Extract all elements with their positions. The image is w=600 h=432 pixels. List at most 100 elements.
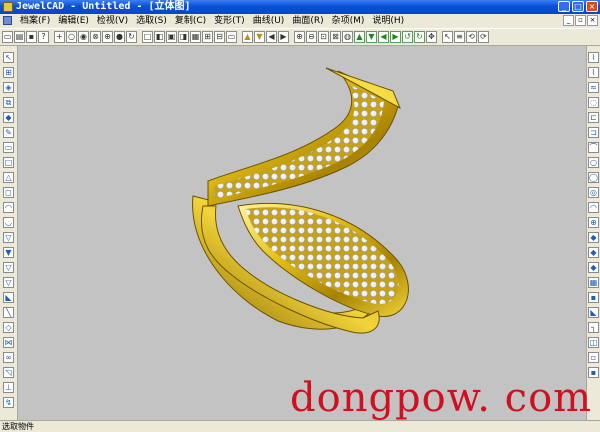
square-icon[interactable]: □: [142, 31, 153, 43]
minimize-button[interactable]: _: [558, 1, 570, 12]
box-split-icon[interactable]: ▦: [190, 31, 201, 43]
left-tool-icon[interactable]: ▽: [3, 262, 14, 273]
rotate-cw-icon[interactable]: ↻: [414, 31, 425, 43]
left-tool-icon[interactable]: △: [3, 172, 14, 183]
menu-item[interactable]: 编辑(E): [54, 14, 93, 28]
menu-item[interactable]: 档案(F): [16, 14, 54, 28]
redo-icon[interactable]: ⟳: [478, 31, 489, 43]
maximize-button[interactable]: □: [572, 1, 584, 12]
arrow-right-green-icon[interactable]: ▶: [390, 31, 401, 43]
cursor-icon[interactable]: ↖: [442, 31, 453, 43]
triangle-up-icon[interactable]: ▲: [242, 31, 253, 43]
menu-item[interactable]: 杂项(M): [328, 14, 369, 28]
zoom-all-icon[interactable]: ⊠: [330, 31, 341, 43]
menu-item[interactable]: 说明(H): [368, 14, 408, 28]
left-tool-icon[interactable]: ⧉: [3, 97, 14, 108]
left-tool-icon[interactable]: ▽: [3, 277, 14, 288]
arrow-down-green-icon[interactable]: ▼: [366, 31, 377, 43]
zoom-in-icon[interactable]: ⊕: [294, 31, 305, 43]
box-fill-icon[interactable]: ◨: [178, 31, 189, 43]
undo-icon[interactable]: ⟲: [466, 31, 477, 43]
menu-item[interactable]: 复制(C): [171, 14, 210, 28]
right-tool-icon[interactable]: ◌: [588, 97, 599, 108]
right-tool-icon[interactable]: ⌇: [588, 67, 599, 78]
rotate-ccw-icon[interactable]: ↺: [402, 31, 413, 43]
left-tool-icon[interactable]: ✎: [3, 127, 14, 138]
left-tool-icon[interactable]: ⊞: [3, 67, 14, 78]
wide-box-icon[interactable]: ▭: [226, 31, 237, 43]
left-tool-icon[interactable]: ▼: [3, 247, 14, 258]
right-tool-icon[interactable]: ⊏: [588, 112, 599, 123]
right-tool-icon[interactable]: ▪: [588, 292, 599, 303]
right-tool-icon[interactable]: ⊐: [588, 127, 599, 138]
right-tool-icon[interactable]: ◠: [588, 202, 599, 213]
left-tool-icon[interactable]: □: [3, 157, 14, 168]
right-tool-icon[interactable]: ○: [588, 157, 599, 168]
left-tool-icon[interactable]: ◈: [3, 82, 14, 93]
pan-cross-icon[interactable]: +: [54, 31, 65, 43]
triangle-down-icon[interactable]: ▼: [254, 31, 265, 43]
box-icon[interactable]: ▣: [166, 31, 177, 43]
help-pointer-icon[interactable]: ?: [38, 31, 49, 43]
document-icon[interactable]: [3, 16, 12, 25]
left-tool-icon[interactable]: ↯: [3, 397, 14, 408]
right-tool-icon[interactable]: ◎: [588, 187, 599, 198]
zoom-window-icon[interactable]: ⊡: [318, 31, 329, 43]
doc-minimize-button[interactable]: _: [563, 15, 574, 26]
left-tool-icon[interactable]: ↖: [3, 52, 14, 63]
3d-viewport[interactable]: [18, 46, 586, 420]
left-tool-icon[interactable]: ∞: [3, 352, 14, 363]
cross-circle-icon[interactable]: ⊗: [90, 31, 101, 43]
right-tool-icon[interactable]: ▦: [588, 277, 599, 288]
layers-icon[interactable]: ≡: [454, 31, 465, 43]
play-left-icon[interactable]: ◀: [266, 31, 277, 43]
right-tool-icon[interactable]: ┐: [588, 322, 599, 333]
right-tool-icon[interactable]: ▫: [588, 352, 599, 363]
left-tool-icon[interactable]: ╲: [3, 307, 14, 318]
save-icon[interactable]: ▪: [26, 31, 37, 43]
half-square-icon[interactable]: ◧: [154, 31, 165, 43]
doc-restore-button[interactable]: ▫: [575, 15, 586, 26]
menu-item[interactable]: 选取(S): [132, 14, 171, 28]
circle-icon[interactable]: ○: [66, 31, 77, 43]
menu-item[interactable]: 检视(V): [93, 14, 132, 28]
left-tool-icon[interactable]: ◻: [3, 187, 14, 198]
move-all-icon[interactable]: ✥: [426, 31, 437, 43]
left-tool-icon[interactable]: ◇: [3, 322, 14, 333]
right-tool-icon[interactable]: ◣: [588, 307, 599, 318]
play-right-icon[interactable]: ▶: [278, 31, 289, 43]
left-tool-icon[interactable]: ◆: [3, 112, 14, 123]
right-tool-icon[interactable]: ≈: [588, 82, 599, 93]
menu-item[interactable]: 变形(T): [210, 14, 249, 28]
right-tool-icon[interactable]: ⌇: [588, 52, 599, 63]
dot-circle-icon[interactable]: ◉: [78, 31, 89, 43]
target-icon[interactable]: ⊕: [102, 31, 113, 43]
close-button[interactable]: ×: [586, 1, 598, 12]
grid-icon[interactable]: ⊞: [202, 31, 213, 43]
right-tool-icon[interactable]: ◯: [588, 172, 599, 183]
right-tool-icon[interactable]: ◆: [588, 232, 599, 243]
menu-item[interactable]: 曲面(R): [288, 14, 327, 28]
new-file-icon[interactable]: ▭: [2, 31, 13, 43]
right-tool-icon[interactable]: ⌒: [588, 142, 599, 153]
left-tool-icon[interactable]: ▭: [3, 142, 14, 153]
arrow-up-green-icon[interactable]: ▲: [354, 31, 365, 43]
left-tool-icon[interactable]: ⋈: [3, 337, 14, 348]
arrow-left-green-icon[interactable]: ◀: [378, 31, 389, 43]
right-tool-icon[interactable]: ◫: [588, 337, 599, 348]
right-tool-icon[interactable]: ◆: [588, 247, 599, 258]
menu-item[interactable]: 曲线(U): [249, 14, 289, 28]
left-tool-icon[interactable]: ◡: [3, 217, 14, 228]
filled-circle-icon[interactable]: ●: [114, 31, 125, 43]
left-tool-icon[interactable]: ▽: [3, 232, 14, 243]
grid-4-icon[interactable]: ⊟: [214, 31, 225, 43]
render-icon[interactable]: ◍: [342, 31, 353, 43]
rotate-circle-icon[interactable]: ↻: [126, 31, 137, 43]
zoom-out-icon[interactable]: ⊖: [306, 31, 317, 43]
left-tool-icon[interactable]: ◠: [3, 202, 14, 213]
right-tool-icon[interactable]: ◆: [588, 262, 599, 273]
left-tool-icon[interactable]: ◣: [3, 292, 14, 303]
open-file-icon[interactable]: ▤: [14, 31, 25, 43]
left-tool-icon[interactable]: ⊥: [3, 382, 14, 393]
right-tool-icon[interactable]: ⊕: [588, 217, 599, 228]
